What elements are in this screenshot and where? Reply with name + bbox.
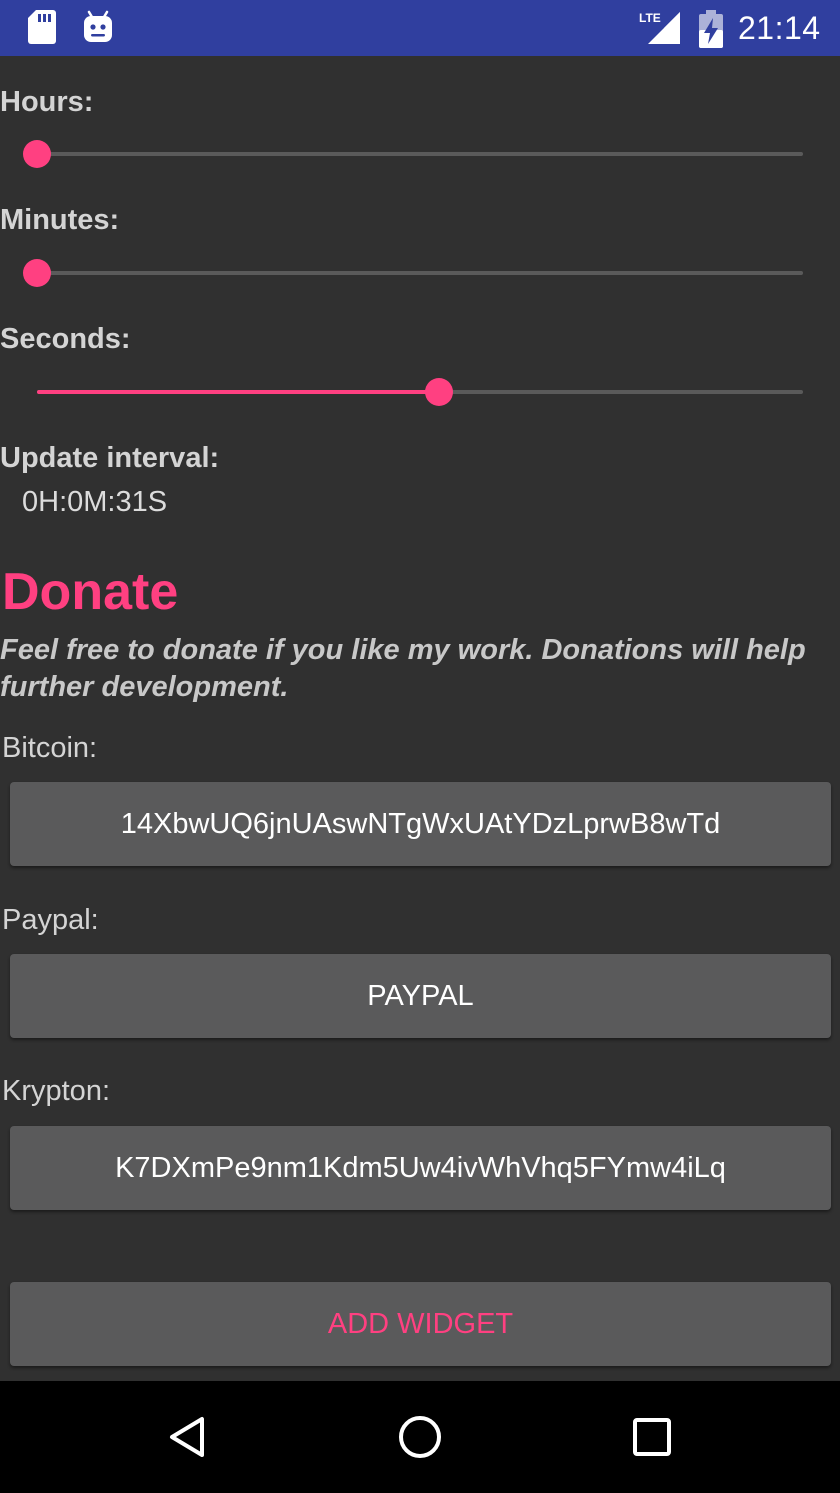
battery-charging-icon [699, 10, 723, 48]
donate-description: Feel free to donate if you like my work.… [0, 634, 806, 703]
seconds-label: Seconds: [0, 323, 131, 355]
minutes-slider-track [37, 271, 803, 275]
back-icon[interactable] [166, 1415, 210, 1459]
status-bar: LTE 21:14 [0, 0, 840, 56]
home-icon[interactable] [398, 1415, 442, 1459]
lte-label: LTE [639, 11, 661, 25]
minutes-label: Minutes: [0, 204, 120, 236]
krypton-label: Krypton: [2, 1075, 110, 1107]
android-icon [84, 10, 112, 42]
seconds-slider[interactable] [37, 372, 803, 412]
minutes-slider[interactable] [23, 253, 803, 293]
bitcoin-label: Bitcoin: [2, 732, 98, 764]
paypal-label: Paypal: [2, 904, 99, 936]
app-screen: LTE 21:14 Hours: Minutes: Seconds: Updat… [0, 0, 840, 1493]
minutes-slider-thumb[interactable] [23, 259, 51, 287]
seconds-slider-thumb[interactable] [425, 378, 453, 406]
hours-slider-thumb[interactable] [23, 140, 51, 168]
sd-card-icon [28, 10, 56, 44]
navigation-bar [0, 1381, 840, 1493]
lte-signal-icon: LTE [638, 10, 680, 44]
update-interval-value: 0H:0M:31S [22, 486, 168, 518]
add-widget-button[interactable]: ADD WIDGET [10, 1282, 831, 1366]
hours-slider[interactable] [23, 134, 803, 174]
hours-label: Hours: [0, 86, 94, 118]
recents-icon[interactable] [630, 1415, 674, 1459]
update-interval-label: Update interval: [0, 442, 220, 474]
hours-slider-track [37, 152, 803, 156]
status-time: 21:14 [738, 10, 821, 46]
seconds-slider-fill [37, 390, 439, 394]
donate-title: Donate [2, 563, 179, 621]
bitcoin-address-button[interactable]: 14XbwUQ6jnUAswNTgWxUAtYDzLprwB8wTd [10, 782, 831, 866]
krypton-address-button[interactable]: K7DXmPe9nm1Kdm5Uw4ivWhVhq5FYmw4iLq [10, 1126, 831, 1210]
paypal-button[interactable]: PAYPAL [10, 954, 831, 1038]
